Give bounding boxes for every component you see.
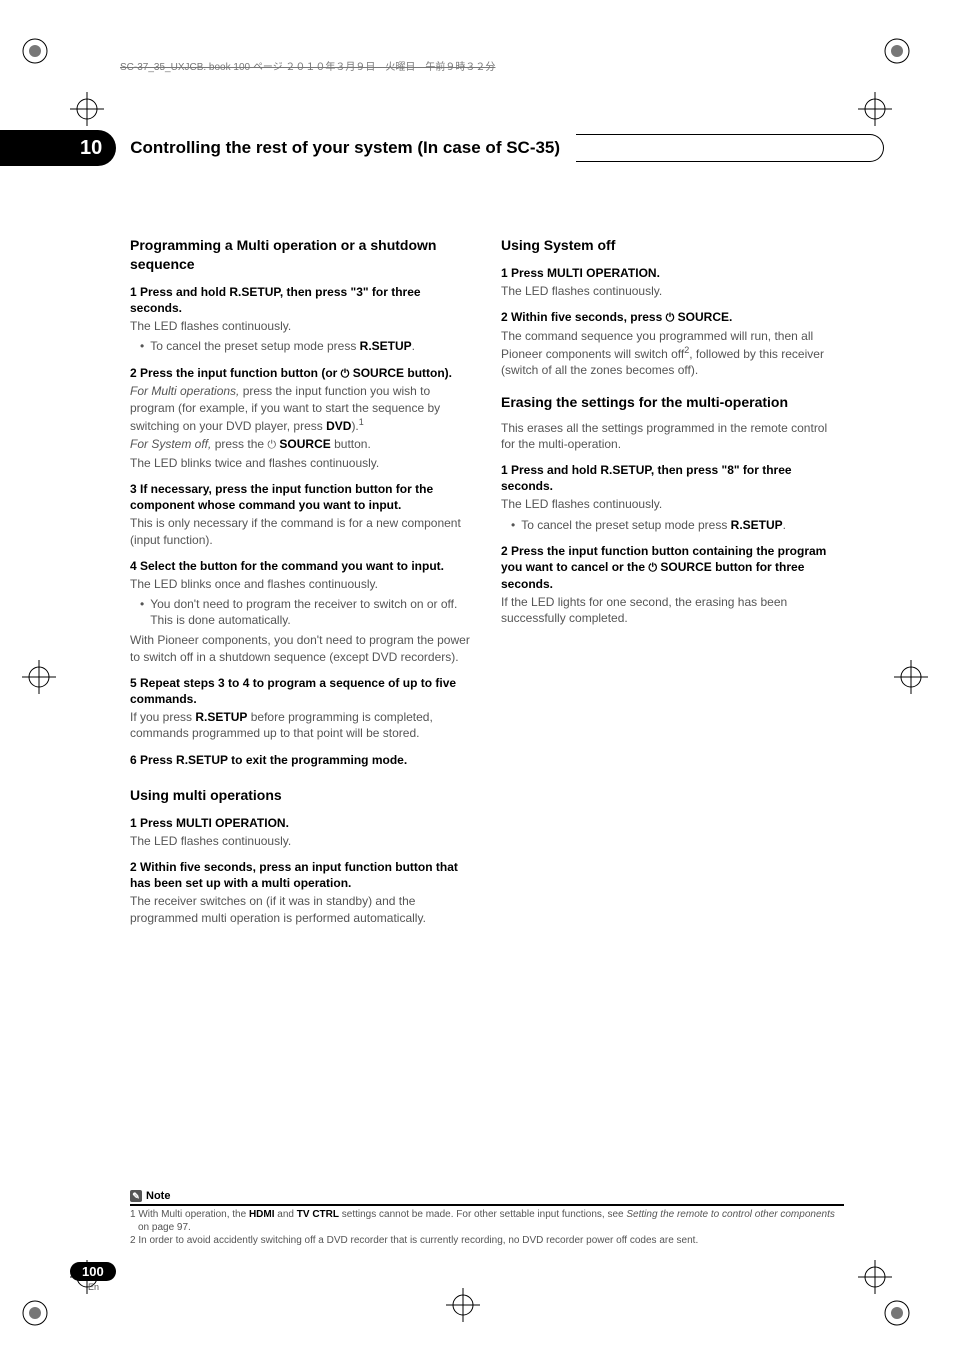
power-icon: ⏻	[648, 562, 657, 574]
multi-step-2-head: 2 Within five seconds, press an input fu…	[130, 859, 473, 891]
registration-mark-icon	[18, 1296, 52, 1330]
step-2-head: 2 Press the input function button (or ⏻ …	[130, 365, 473, 382]
heading-system-off: Using System off	[501, 236, 844, 255]
registration-mark-icon	[18, 34, 52, 68]
step-1-bullet: • To cancel the preset setup mode press …	[140, 338, 473, 354]
erase-intro: This erases all the settings programmed …	[501, 420, 844, 452]
step-2-text-c: The LED blinks twice and flashes continu…	[130, 455, 473, 471]
power-icon: ⏻	[267, 439, 276, 451]
crop-mark-icon	[894, 660, 928, 694]
sysoff-step-2-text: The command sequence you programmed will…	[501, 328, 844, 379]
chapter-title: Controlling the rest of your system (In …	[130, 138, 576, 158]
note-section: ✎ Note 1 With Multi operation, the HDMI …	[130, 1190, 844, 1247]
page-language: En	[88, 1282, 99, 1292]
bullet-icon: •	[140, 596, 144, 628]
bullet-text: To cancel the preset setup mode press R.…	[521, 517, 786, 533]
bullet-icon: •	[511, 517, 515, 533]
step-5-text: If you press R.SETUP before programming …	[130, 709, 473, 741]
sysoff-step-1-text: The LED flashes continuously.	[501, 283, 844, 299]
crop-mark-icon	[446, 1288, 480, 1322]
step-2-text-b: For System off, press the ⏻ SOURCE butto…	[130, 436, 473, 453]
multi-step-2-text: The receiver switches on (if it was in s…	[130, 893, 473, 925]
right-column: Using System off 1 Press MULTI OPERATION…	[501, 230, 844, 926]
multi-step-1-head: 1 Press MULTI OPERATION.	[130, 815, 473, 831]
chapter-header: 10 Controlling the rest of your system (…	[0, 130, 884, 166]
footnote-1: 1 With Multi operation, the HDMI and TV …	[130, 1208, 844, 1234]
step-1-head: 1 Press and hold R.SETUP, then press "3"…	[130, 284, 473, 316]
chapter-rule	[576, 134, 884, 162]
note-label: ✎ Note	[130, 1190, 844, 1202]
step-5-head: 5 Repeat steps 3 to 4 to program a seque…	[130, 675, 473, 707]
registration-mark-icon	[880, 34, 914, 68]
crop-mark-icon	[858, 1260, 892, 1294]
crop-mark-icon	[22, 660, 56, 694]
print-meta-text: SC-37_35_UXJCB. book 100 ページ ２０１０年３月９日 火…	[120, 58, 495, 73]
sysoff-step-2-head: 2 Within five seconds, press ⏻ SOURCE.	[501, 309, 844, 326]
note-label-text: Note	[146, 1190, 170, 1202]
note-rule	[130, 1204, 844, 1206]
multi-step-1-text: The LED flashes continuously.	[130, 833, 473, 849]
step-2-text-a: For Multi operations, press the input fu…	[130, 383, 473, 434]
chapter-number: 10	[80, 137, 102, 160]
heading-programming: Programming a Multi operation or a shutd…	[130, 236, 473, 274]
footnote-2: 2 In order to avoid accidently switching…	[130, 1234, 844, 1247]
heading-using-multi: Using multi operations	[130, 786, 473, 805]
sysoff-step-1-head: 1 Press MULTI OPERATION.	[501, 265, 844, 281]
step-6-head: 6 Press R.SETUP to exit the programming …	[130, 752, 473, 768]
erase-step-2-head: 2 Press the input function button contai…	[501, 543, 844, 592]
crop-mark-icon	[70, 92, 104, 126]
step-4-text-2: With Pioneer components, you don't need …	[130, 632, 473, 664]
erase-step-1-text: The LED flashes continuously.	[501, 496, 844, 512]
note-icon: ✎	[130, 1190, 142, 1202]
chapter-number-badge: 10	[0, 130, 116, 166]
erase-step-1-head: 1 Press and hold R.SETUP, then press "8"…	[501, 462, 844, 494]
bullet-icon: •	[140, 338, 144, 354]
left-column: Programming a Multi operation or a shutd…	[130, 230, 473, 926]
erase-step-1-bullet: • To cancel the preset setup mode press …	[511, 517, 844, 533]
crop-mark-icon	[858, 92, 892, 126]
heading-erasing: Erasing the settings for the multi-opera…	[501, 393, 844, 412]
page-number-badge: 100	[70, 1262, 116, 1281]
bullet-text: To cancel the preset setup mode press R.…	[150, 338, 415, 354]
step-4-bullet: • You don't need to program the receiver…	[140, 596, 473, 628]
step-3-head: 3 If necessary, press the input function…	[130, 481, 473, 513]
step-4-head: 4 Select the button for the command you …	[130, 558, 473, 574]
step-1-text: The LED flashes continuously.	[130, 318, 473, 334]
bullet-text: You don't need to program the receiver t…	[150, 596, 473, 628]
power-icon: ⏻	[666, 312, 675, 324]
step-4-text: The LED blinks once and flashes continuo…	[130, 576, 473, 592]
erase-step-2-text: If the LED lights for one second, the er…	[501, 594, 844, 626]
registration-mark-icon	[880, 1296, 914, 1330]
step-3-text: This is only necessary if the command is…	[130, 515, 473, 547]
